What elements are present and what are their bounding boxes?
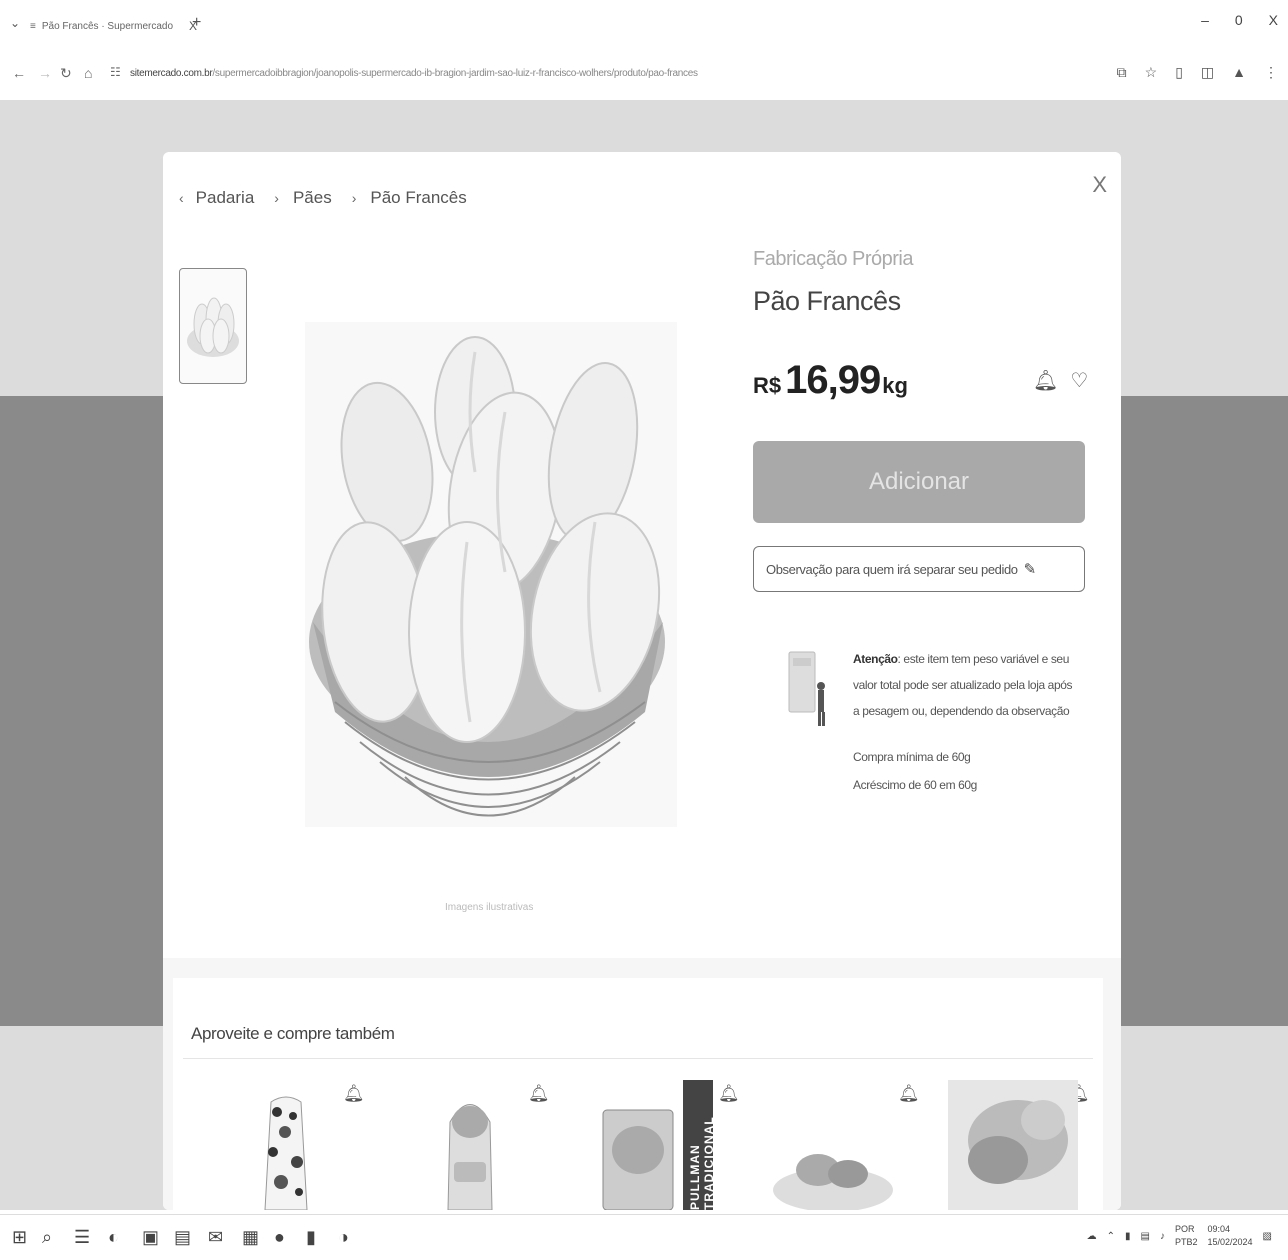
calculator-icon[interactable]: ▦ (242, 1227, 259, 1248)
bookmark-star-icon[interactable]: ☆ (1145, 64, 1158, 81)
related-product-card[interactable]: 🔔︎ (948, 1078, 1098, 1210)
windows-start-icon[interactable]: ⊞ (12, 1227, 27, 1248)
clock-date: 15/02/2024 (1207, 1237, 1253, 1247)
store-icon[interactable]: ▣ (142, 1227, 159, 1248)
bell-icon[interactable]: 🔔︎ (718, 1084, 740, 1104)
search-icon[interactable]: ⌕ (42, 1227, 52, 1248)
browser-tab[interactable]: ≡ Pão Francês · Supermercado X (30, 12, 197, 40)
system-tray: ☁ ⌃ ▮ ▤ ♪ POR PTB2 09:04 15/02/2024 ▧ (1087, 1223, 1272, 1249)
new-tab-button[interactable]: + (192, 14, 201, 32)
chevron-left-icon[interactable]: ‹ (179, 190, 184, 206)
browser-tab-bar: ⌄ ≡ Pão Francês · Supermercado X + – 0 X (0, 0, 1288, 52)
product-modal: X ‹ Padaria › Pães › Pão Francês Imagens… (163, 152, 1121, 1210)
product-main-image (305, 322, 677, 827)
battery-icon[interactable]: ▮ (1125, 1231, 1131, 1242)
product-title: Pão Francês (753, 286, 901, 316)
order-note-label: Observação para quem irá separar seu ped… (766, 561, 1018, 577)
clock-time: 09:04 (1207, 1224, 1231, 1234)
related-products-section: Aproveite e compre também 🔔︎ 🔔︎ 🔔︎ PULLM… (163, 958, 1121, 1210)
clock[interactable]: 09:04 15/02/2024 (1208, 1223, 1253, 1249)
bread-basket-thumbnail-image (187, 297, 239, 357)
notification-icon[interactable]: ▧ (1263, 1231, 1272, 1242)
edge-browser-icon[interactable]: ◐ (108, 1227, 119, 1248)
product-brand: Fabricação Própria (753, 248, 913, 270)
tray-chevron-icon[interactable]: ⌃ (1107, 1231, 1115, 1242)
chevron-right-icon: › (351, 190, 357, 206)
product-price: R$ 16,99 kg (753, 358, 908, 403)
product-image (773, 1154, 893, 1210)
bell-icon[interactable]: 🔔︎ (343, 1084, 365, 1104)
url-host: sitemercado.com.br (130, 68, 213, 79)
related-product-card[interactable]: 🔔︎ (233, 1078, 383, 1210)
related-products-title: Aproveite e compre também (191, 1024, 395, 1043)
tab-favicon-icon: ≡ (30, 20, 36, 32)
task-view-icon[interactable]: ☰ (74, 1227, 90, 1248)
heart-icon[interactable]: ♡ (1070, 368, 1088, 393)
sidebar-icon[interactable]: ◫ (1201, 64, 1214, 81)
keyboard-layout: PTB2 (1174, 1237, 1198, 1247)
weighing-scale-icon (788, 651, 825, 726)
extensions-icon[interactable]: ▯ (1175, 64, 1183, 81)
product-image (447, 1104, 493, 1210)
taskbar: ⊞ ⌕ ☰ ◐ ▣ ▤ ✉ ▦ ● ▮ ◑ ☁ ⌃ ▮ ▤ ♪ POR PTB2… (0, 1214, 1288, 1260)
breadcrumb-item-pao-frances[interactable]: Pão Francês (370, 188, 466, 208)
purchase-increment: Acréscimo de 60 em 60g (853, 778, 977, 792)
chrome-icon[interactable]: ◑ (338, 1227, 349, 1248)
order-note-button[interactable]: Observação para quem irá separar seu ped… (753, 546, 1085, 592)
language-indicator[interactable]: POR PTB2 (1175, 1223, 1198, 1249)
volume-icon[interactable]: ♪ (1160, 1231, 1165, 1242)
mail-icon[interactable]: ✉ (208, 1227, 223, 1248)
price-value: 16,99 (785, 358, 881, 402)
tab-list-chevron-icon[interactable]: ⌄ (10, 16, 20, 30)
modal-close-button[interactable]: X (1092, 172, 1107, 198)
minimum-purchase: Compra mínima de 60g (853, 750, 971, 764)
file-explorer-icon[interactable]: ▤ (174, 1227, 191, 1248)
tab-title: Pão Francês · Supermercado (41, 20, 174, 32)
divider (183, 1058, 1093, 1059)
site-settings-icon[interactable]: ☷ (110, 65, 121, 79)
url-path: /supermercadoibbragion/joanopolis-superm… (212, 68, 698, 79)
breadcrumb-item-paes[interactable]: Pães (293, 188, 332, 208)
bell-icon[interactable]: 🔔︎ (898, 1084, 920, 1104)
attention-label: Atenção (853, 652, 898, 666)
weight-notice: Atenção: este item tem peso variável e s… (853, 646, 1078, 724)
related-product-card[interactable]: 🔔︎ (418, 1078, 568, 1210)
price-currency: R$ (753, 373, 782, 398)
app-icon[interactable]: ● (274, 1227, 285, 1248)
breadcrumb: ‹ Padaria › Pães › Pão Francês (179, 188, 467, 208)
forward-arrow-icon[interactable]: → (38, 65, 52, 81)
profile-icon[interactable]: ▲ (1232, 64, 1246, 81)
product-image (948, 1080, 1078, 1210)
related-products-panel: Aproveite e compre também 🔔︎ 🔔︎ 🔔︎ PULLM… (173, 978, 1103, 1210)
related-product-card[interactable]: 🔔︎ (768, 1078, 920, 1210)
back-arrow-icon[interactable]: ← (12, 65, 26, 81)
address-bar: ← → ↻ ⌂ ☷ sitemercado.com.br/supermercad… (0, 56, 1288, 92)
edit-icon: ✎ (1023, 561, 1037, 578)
chevron-right-icon: › (274, 190, 279, 206)
add-to-cart-button[interactable]: Adicionar (753, 441, 1085, 523)
price-unit: kg (882, 373, 908, 398)
home-icon[interactable]: ⌂ (84, 65, 92, 81)
bell-icon[interactable]: 🔔︎ (1033, 368, 1058, 393)
bell-icon[interactable]: 🔔︎ (528, 1084, 550, 1104)
product-image (264, 1096, 308, 1210)
document-app-icon[interactable]: ▮ (306, 1227, 316, 1248)
weather-icon[interactable]: ☁ (1087, 1231, 1097, 1242)
reload-icon[interactable]: ↻ (60, 65, 72, 82)
close-window-button[interactable]: X (1269, 12, 1278, 28)
bread-basket-image (305, 322, 677, 827)
menu-kebab-icon[interactable]: ⋮ (1264, 64, 1278, 81)
url-field[interactable]: sitemercado.com.br/supermercadoibbragion… (130, 68, 698, 79)
network-icon[interactable]: ▤ (1141, 1231, 1150, 1242)
maximize-button[interactable]: 0 (1235, 12, 1243, 28)
product-thumbnail[interactable] (179, 268, 247, 384)
related-product-card[interactable]: 🔔︎ PULLMAN TRADICIONAL (593, 1078, 743, 1210)
pullman-label: PULLMAN TRADICIONAL (688, 1116, 716, 1210)
image-caption: Imagens ilustrativas (445, 902, 534, 913)
install-app-icon[interactable]: ⧉ (1117, 64, 1127, 81)
minimize-button[interactable]: – (1201, 12, 1209, 28)
language-code: POR (1174, 1224, 1195, 1234)
breadcrumb-item-padaria[interactable]: Padaria (196, 188, 255, 208)
